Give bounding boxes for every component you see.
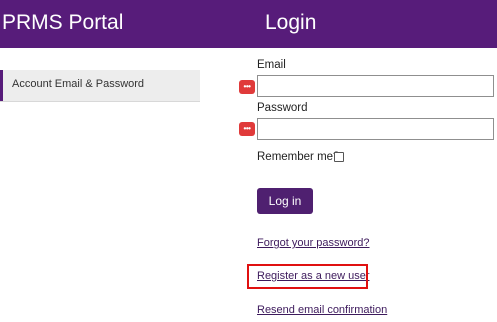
forgot-password-link[interactable]: Forgot your password?: [257, 237, 370, 249]
password-label: Password: [257, 102, 308, 114]
header-bar: PRMS Portal Login: [0, 0, 497, 48]
password-manager-icon[interactable]: •••: [239, 80, 255, 94]
login-button[interactable]: Log in: [257, 188, 313, 214]
page-title: Login: [265, 11, 317, 34]
sidebar-item-account-email-password[interactable]: Account Email & Password: [0, 70, 200, 102]
remember-me-label: Remember me?: [257, 151, 340, 163]
portal-title[interactable]: PRMS Portal: [2, 9, 123, 37]
highlight-annotation: [247, 264, 368, 289]
email-label: Email: [257, 59, 286, 71]
remember-me-checkbox[interactable]: [334, 152, 344, 162]
email-field[interactable]: [257, 75, 494, 97]
active-indicator: [0, 70, 3, 101]
resend-confirmation-link[interactable]: Resend email confirmation: [257, 304, 387, 316]
password-field[interactable]: [257, 118, 494, 140]
sidebar-item-label: Account Email & Password: [12, 78, 145, 90]
password-manager-icon[interactable]: •••: [239, 122, 255, 136]
